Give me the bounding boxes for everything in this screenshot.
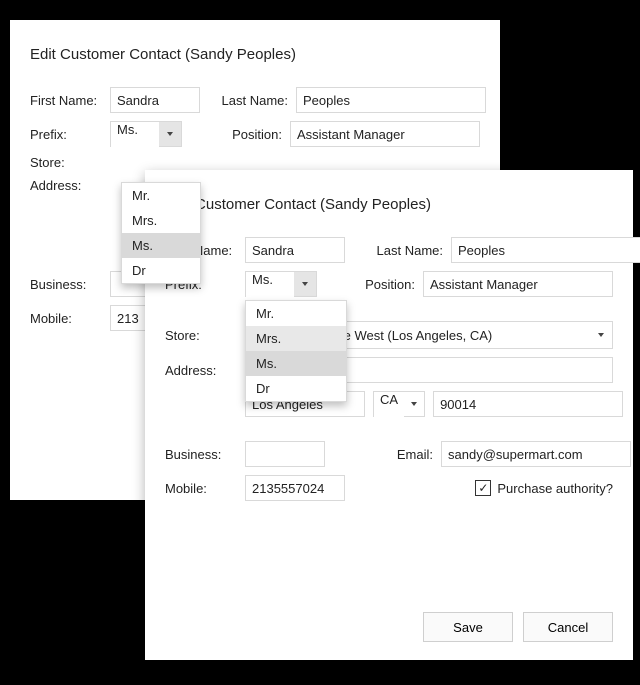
panel-title: Edit Customer Contact (Sandy Peoples) xyxy=(165,196,613,213)
label-business: Business: xyxy=(165,447,237,462)
prefix-dropdown-list[interactable]: Mr. Mrs. Ms. Dr xyxy=(121,182,201,284)
chevron-down-icon xyxy=(411,402,417,406)
business-input[interactable] xyxy=(245,441,325,467)
position-input[interactable] xyxy=(290,121,480,147)
prefix-combo[interactable]: Ms. xyxy=(245,271,317,297)
prefix-option[interactable]: Ms. xyxy=(122,233,200,258)
label-business: Business: xyxy=(30,277,102,292)
state-dropdown-button[interactable] xyxy=(404,392,424,416)
checkbox-label: Purchase authority? xyxy=(497,481,613,496)
prefix-option[interactable]: Mr. xyxy=(246,301,346,326)
label-mobile: Mobile: xyxy=(30,311,102,326)
purchase-authority-checkbox[interactable]: ✓ Purchase authority? xyxy=(475,480,613,496)
prefix-value: Ms. xyxy=(111,122,159,148)
first-name-input[interactable] xyxy=(110,87,200,113)
prefix-option[interactable]: Ms. xyxy=(246,351,346,376)
state-combo[interactable]: CA xyxy=(373,391,425,417)
prefix-option[interactable]: Mrs. xyxy=(122,208,200,233)
cancel-button[interactable]: Cancel xyxy=(523,612,613,642)
prefix-combo[interactable]: Ms. xyxy=(110,121,182,147)
button-bar: Save Cancel xyxy=(423,612,613,642)
chevron-down-icon xyxy=(598,333,604,337)
check-icon: ✓ xyxy=(478,482,488,494)
mobile-input[interactable] xyxy=(245,475,345,501)
state-value: CA xyxy=(374,392,404,418)
last-name-input[interactable] xyxy=(296,87,486,113)
label-last-name: Last Name: xyxy=(353,243,443,258)
label-first-name: First Name: xyxy=(30,93,102,108)
label-store: Store: xyxy=(165,328,237,343)
prefix-option[interactable]: Mr. xyxy=(122,183,200,208)
zip-input[interactable] xyxy=(433,391,623,417)
prefix-dropdown-list[interactable]: Mr. Mrs. Ms. Dr xyxy=(245,300,347,402)
label-mobile: Mobile: xyxy=(165,481,237,496)
label-address: Address: xyxy=(30,178,102,193)
position-input[interactable] xyxy=(423,271,613,297)
label-email: Email: xyxy=(333,447,433,462)
prefix-option[interactable]: Mrs. xyxy=(246,326,346,351)
mobile-input[interactable] xyxy=(110,305,150,331)
save-button[interactable]: Save xyxy=(423,612,513,642)
prefix-value: Ms. xyxy=(246,272,294,298)
prefix-option[interactable]: Dr xyxy=(246,376,346,401)
chevron-down-icon xyxy=(302,282,308,286)
checkbox-box: ✓ xyxy=(475,480,491,496)
label-last-name: Last Name: xyxy=(208,93,288,108)
label-position: Position: xyxy=(190,127,282,142)
edit-contact-panel: Edit Customer Contact (Sandy Peoples) Fi… xyxy=(145,170,633,660)
prefix-option[interactable]: Dr xyxy=(122,258,200,283)
panel-title: Edit Customer Contact (Sandy Peoples) xyxy=(30,46,480,63)
label-prefix: Prefix: xyxy=(30,127,102,142)
label-position: Position: xyxy=(325,277,415,292)
chevron-down-icon xyxy=(167,132,173,136)
email-input[interactable] xyxy=(441,441,631,467)
label-store: Store: xyxy=(30,155,102,170)
prefix-dropdown-button[interactable] xyxy=(294,272,316,296)
label-address: Address: xyxy=(165,363,237,378)
first-name-input[interactable] xyxy=(245,237,345,263)
prefix-dropdown-button[interactable] xyxy=(159,122,181,146)
last-name-input[interactable] xyxy=(451,237,640,263)
